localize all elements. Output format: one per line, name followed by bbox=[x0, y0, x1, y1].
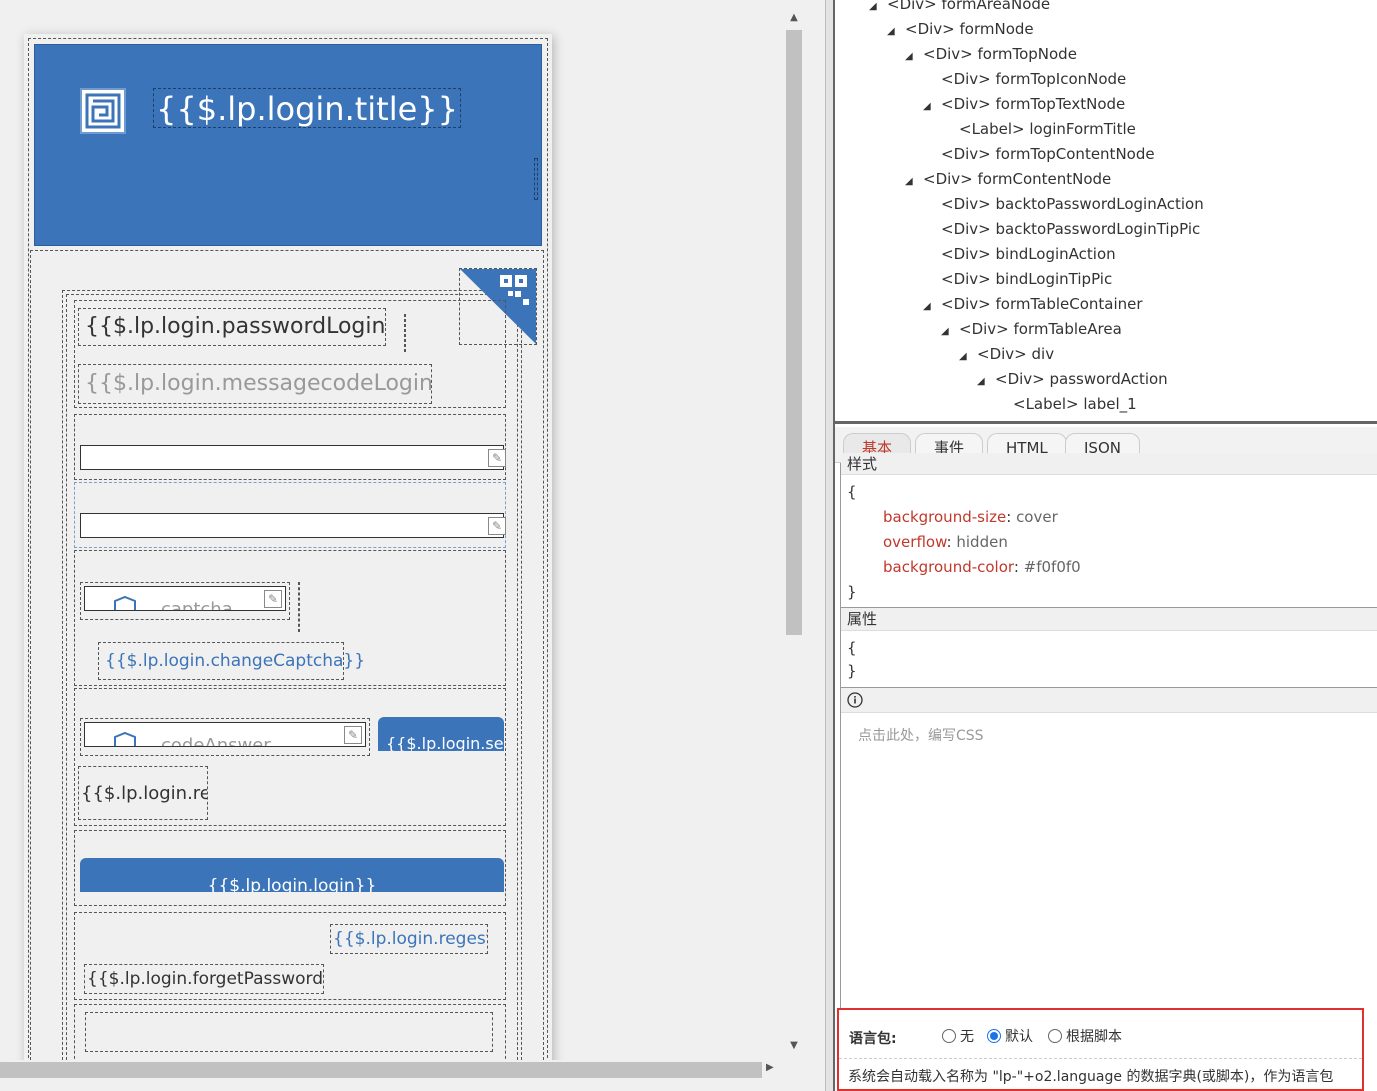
dom-tree[interactable]: ◢ <Div> formAreaNode ◢ <Div> formNode ◢ <Di… bbox=[835, 0, 1377, 424]
style-open-brace: { bbox=[847, 483, 857, 501]
tree-expand-icon[interactable]: ◢ bbox=[905, 169, 923, 194]
style-prop-row[interactable]: background-color: #f0f0f0 bbox=[883, 558, 1081, 576]
tree-node[interactable]: <Div> bindLoginTipPic bbox=[923, 267, 1112, 292]
tree-node[interactable]: <Label> label_1 bbox=[995, 392, 1137, 417]
form-top-icon[interactable] bbox=[80, 88, 126, 134]
bottom-content bbox=[85, 1012, 493, 1052]
panel-splitter[interactable] bbox=[825, 0, 835, 1091]
tree-node[interactable]: ◢ <Div> formTopTextNode bbox=[923, 92, 1125, 117]
scroll-right-arrow-icon[interactable]: ▶ bbox=[766, 1062, 780, 1076]
login-form-title[interactable]: {{$.lp.login.title}} bbox=[153, 88, 461, 128]
resend-code-link[interactable]: {{$.lp.login.rese bbox=[78, 766, 208, 820]
captcha-placeholder: captcha bbox=[161, 599, 233, 611]
tree-expand-icon[interactable]: ◢ bbox=[905, 44, 923, 69]
radio-circle-selected-icon[interactable] bbox=[987, 1029, 1001, 1043]
style-section-head: 样式 bbox=[841, 453, 1377, 475]
style-prop-row[interactable]: background-size: cover bbox=[883, 508, 1058, 526]
tree-expand-icon[interactable]: ◢ bbox=[977, 369, 995, 394]
language-package-box: 语言包: 无 默认 根据脚本 系统会自动载入名称为 "lp-"+o2.langu… bbox=[837, 1008, 1364, 1091]
messagecode-login-action[interactable]: {{$.lp.login.messagecodeLogin}} bbox=[78, 364, 432, 404]
form-top-content-node[interactable] bbox=[534, 158, 538, 200]
password-login-action[interactable]: {{$.lp.login.passwordLogin}} bbox=[78, 308, 386, 346]
horizontal-scroll-thumb[interactable] bbox=[0, 1062, 762, 1078]
tree-expand-icon[interactable]: ◢ bbox=[869, 0, 887, 19]
logo-icon bbox=[85, 93, 121, 129]
style-panel[interactable]: 样式 { background-size: cover overflow: hi… bbox=[840, 453, 1377, 1008]
tree-node[interactable]: ◢ <Div> formTableContainer bbox=[923, 292, 1143, 317]
form-top-node[interactable] bbox=[34, 44, 542, 246]
tree-node[interactable]: ◢ <Div> div bbox=[959, 342, 1054, 367]
language-divider bbox=[839, 1058, 1362, 1059]
tree-node[interactable]: ◢ <Div> formTopNode bbox=[905, 42, 1077, 67]
tree-node[interactable]: ◢ <Div> formNode bbox=[887, 17, 1034, 42]
password-input[interactable] bbox=[80, 513, 504, 538]
tree-node[interactable]: ◢ <Div> formContentNode bbox=[905, 167, 1111, 192]
code-answer-placeholder: codeAnswer bbox=[161, 735, 271, 747]
code-answer-input[interactable]: codeAnswer bbox=[84, 722, 366, 747]
radio-circle-icon[interactable] bbox=[942, 1029, 956, 1043]
attributes-open-brace: { bbox=[847, 639, 857, 657]
login-button[interactable]: {{$.lp.login.login}} bbox=[80, 858, 504, 892]
send-code-button[interactable]: {{$.lp.login.send bbox=[378, 717, 504, 751]
tree-node[interactable]: ◢ <Div> passwordAction bbox=[977, 367, 1168, 392]
captcha-pic-outline[interactable] bbox=[298, 582, 300, 632]
tree-node[interactable]: <Div> formTopIconNode bbox=[923, 67, 1126, 92]
register-link[interactable]: {{$.lp.login.regest}} bbox=[330, 924, 488, 954]
radio-by-script[interactable]: 根据脚本 bbox=[1048, 1026, 1122, 1046]
tree-node[interactable]: <Div> backtoPasswordLoginAction bbox=[923, 192, 1204, 217]
edit-icon[interactable]: ✎ bbox=[488, 449, 506, 467]
css-editor-hint[interactable]: 点击此处，编写CSS bbox=[858, 725, 984, 745]
edit-icon[interactable]: ✎ bbox=[488, 517, 506, 535]
forget-password-link[interactable]: {{$.lp.login.forgetPassword}} bbox=[84, 964, 324, 994]
tree-expand-icon[interactable]: ◢ bbox=[923, 94, 941, 119]
edit-icon[interactable]: ✎ bbox=[264, 590, 282, 608]
language-description: 系统会自动载入名称为 "lp-"+o2.language 的数据字典(或脚本)，… bbox=[848, 1069, 1334, 1085]
tree-expand-icon[interactable]: ◢ bbox=[959, 344, 977, 369]
scroll-up-arrow-icon[interactable]: ▲ bbox=[788, 12, 800, 26]
tree-expand-icon[interactable]: ◢ bbox=[887, 19, 905, 44]
tree-expand-icon[interactable]: ◢ bbox=[941, 319, 959, 344]
property-panel: ◢ <Div> formAreaNode ◢ <Div> formNode ◢ <Di… bbox=[835, 0, 1377, 1091]
tree-node[interactable]: <Label> loginFormTitle bbox=[941, 117, 1136, 142]
shield-icon bbox=[113, 595, 137, 610]
login-type-separator bbox=[404, 314, 406, 352]
captcha-input[interactable]: captcha bbox=[84, 586, 286, 611]
attributes-close-brace: } bbox=[847, 662, 857, 680]
tree-node[interactable]: <Div> bindLoginAction bbox=[923, 242, 1116, 267]
radio-none[interactable]: 无 bbox=[942, 1026, 974, 1046]
tree-node[interactable]: <Div> formTopContentNode bbox=[923, 142, 1155, 167]
edit-icon[interactable]: ✎ bbox=[344, 726, 362, 744]
css-section-head bbox=[841, 687, 1377, 713]
style-close-brace: } bbox=[847, 583, 857, 601]
scroll-down-arrow-icon[interactable]: ▼ bbox=[788, 1040, 800, 1054]
change-captcha-link[interactable]: {{$.lp.login.changeCaptcha}} bbox=[98, 642, 365, 680]
attributes-section-head: 属性 bbox=[841, 607, 1377, 631]
tree-node[interactable]: ◢ <Div> formTableArea bbox=[941, 317, 1122, 342]
tree-node[interactable]: <Div> backtoPasswordLoginTipPic bbox=[923, 217, 1200, 242]
shield-icon bbox=[113, 731, 137, 746]
vertical-scroll-thumb[interactable] bbox=[786, 30, 802, 635]
info-icon bbox=[847, 692, 863, 708]
style-prop-row[interactable]: overflow: hidden bbox=[883, 533, 1008, 551]
tree-node[interactable]: ◢ <Div> formAreaNode bbox=[869, 0, 1050, 17]
form-design-canvas[interactable]: {{$.lp.login.title}} {{$.lp.login.passwo… bbox=[0, 0, 805, 1060]
radio-default[interactable]: 默认 bbox=[987, 1026, 1033, 1046]
tree-expand-icon[interactable]: ◢ bbox=[923, 294, 941, 319]
radio-circle-icon[interactable] bbox=[1048, 1029, 1062, 1043]
language-label: 语言包: bbox=[849, 1031, 897, 1047]
username-input[interactable] bbox=[80, 445, 504, 470]
